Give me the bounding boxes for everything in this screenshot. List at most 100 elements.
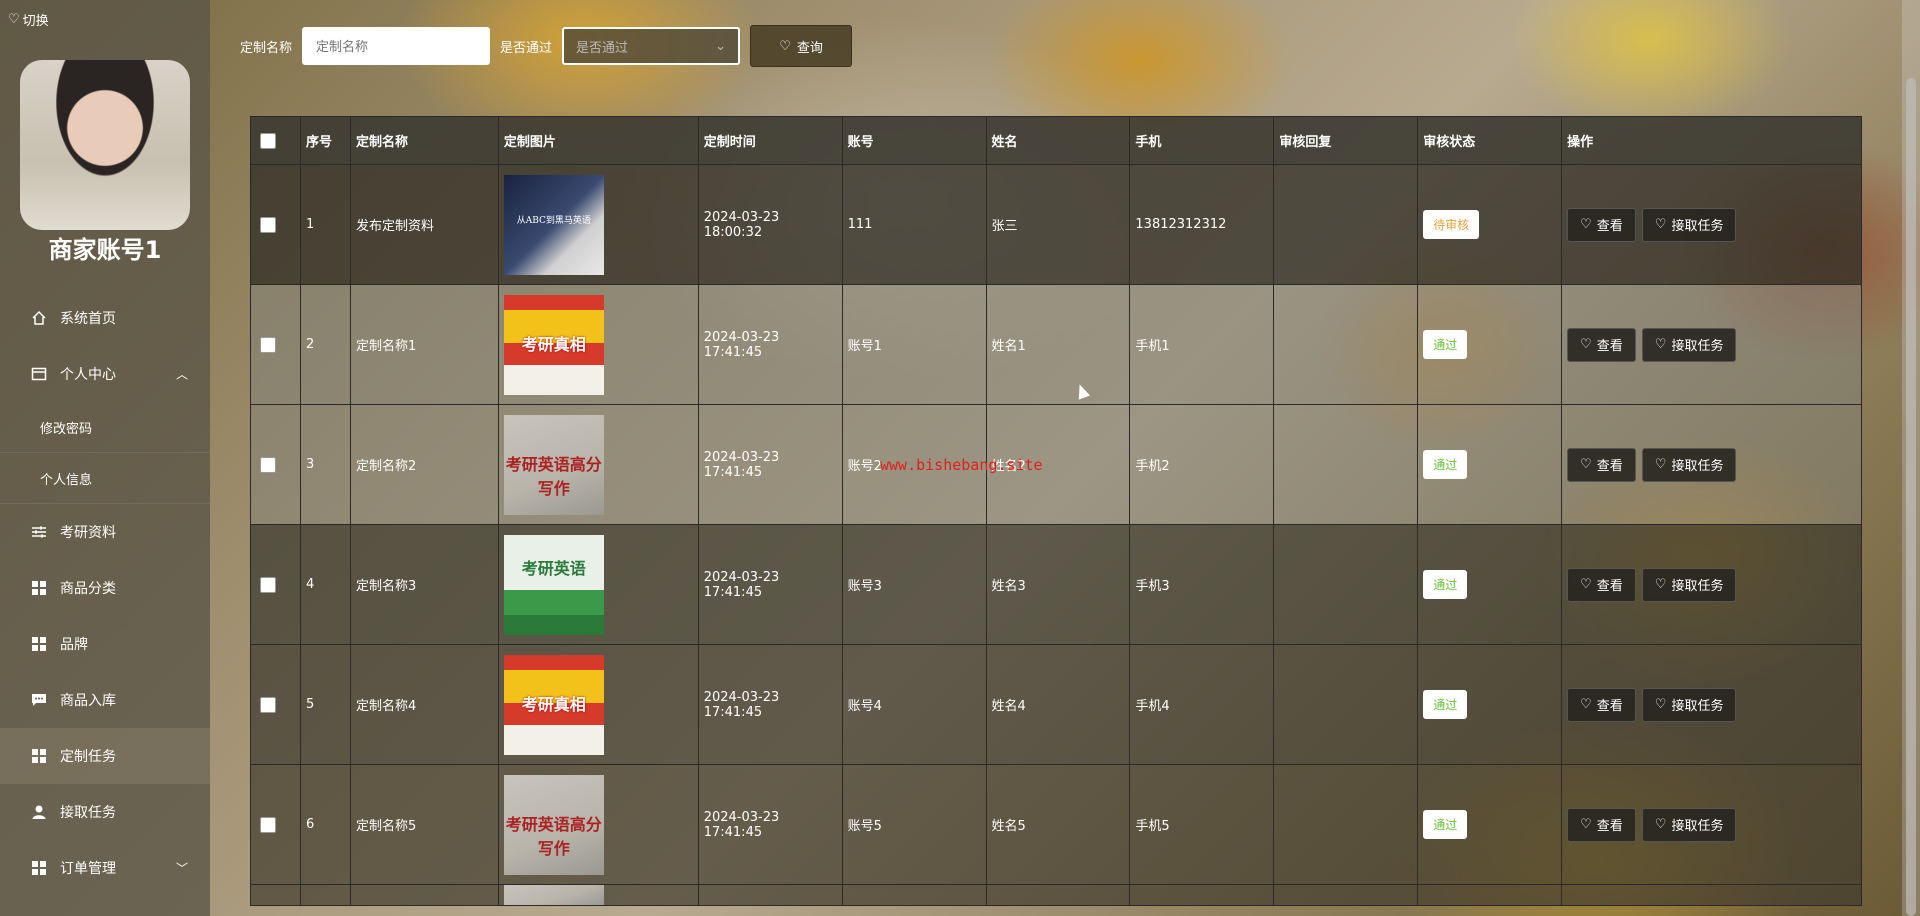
page-scrollbar[interactable] <box>1902 0 1920 916</box>
sidebar-item-change-password[interactable]: 修改密码 <box>0 402 210 453</box>
row-select-cell <box>250 284 301 405</box>
select-all-cell <box>250 116 301 165</box>
row-person: 姓名1 <box>985 284 1131 405</box>
view-button[interactable]: ♡ 查看 <box>1567 807 1636 842</box>
heart-icon: ♡ <box>1654 217 1667 232</box>
name-search-input[interactable] <box>302 27 491 65</box>
row-name: 定制名称5 <box>349 764 499 885</box>
sidebar-item-brand[interactable]: 品牌 <box>0 616 210 672</box>
row-phone: 手机5 <box>1129 764 1275 885</box>
name-label: 定制名称 <box>240 40 293 56</box>
take-task-button[interactable]: ♡ 接取任务 <box>1641 687 1737 722</box>
row-image-cell: 从ABC到黑马英语 <box>497 164 699 285</box>
header-no: 序号 <box>299 116 351 165</box>
row-reply <box>1273 404 1419 525</box>
row-time: 2024-03-23 17:41:45 <box>697 524 843 645</box>
heart-icon: ♡ <box>1580 577 1592 592</box>
heart-icon: ♡ <box>8 12 20 27</box>
row-name: 定制名称1 <box>349 284 499 405</box>
sidebar-item-custom-task[interactable]: 定制任务 <box>0 728 210 784</box>
query-button[interactable]: ♡ 查询 <box>750 25 853 67</box>
custom-image[interactable]: 考研英语高分写作 <box>503 414 604 515</box>
table-row: 3 定制名称2 考研英语高分写作 2024-03-23 17:41:45 账号2 姓名2 手… <box>250 404 1862 525</box>
avatar <box>20 60 190 230</box>
grid-icon <box>30 747 48 765</box>
row-actions: ♡ 查看 ♡ 接取任务 <box>1561 524 1862 645</box>
row-account: 账号1 <box>841 284 987 405</box>
custom-image[interactable]: 考研真相 <box>503 294 604 395</box>
custom-image[interactable]: 考研英语 <box>503 534 604 635</box>
row-phone: 手机2 <box>1129 404 1275 525</box>
row-person: 姓名3 <box>985 524 1131 645</box>
row-time: 2024-03-23 18:00:32 <box>697 164 843 285</box>
row-phone: 13812312312 <box>1129 164 1275 285</box>
custom-image[interactable]: 从ABC到黑马英语 <box>503 174 604 275</box>
take-task-button[interactable]: ♡ 接取任务 <box>1641 447 1737 482</box>
table-row: 1 发布定制资料 从ABC到黑马英语 2024-03-23 18:00:32 111 张三… <box>250 164 1862 285</box>
header-actions: 操作 <box>1561 116 1862 165</box>
view-button[interactable]: ♡ 查看 <box>1567 687 1636 722</box>
status-badge: 通过 <box>1423 810 1468 839</box>
chat-icon <box>30 691 48 709</box>
sidebar-item-profile[interactable]: 个人信息 <box>0 453 210 504</box>
row-person: 张三 <box>985 164 1131 285</box>
custom-image[interactable]: 考研真相 <box>503 654 604 755</box>
row-image-cell: 考研英语 <box>497 524 699 645</box>
row-actions: ♡ 查看 ♡ 接取任务 <box>1561 164 1862 285</box>
row-name: 定制名称4 <box>349 644 499 765</box>
row-select-cell <box>250 764 301 885</box>
row-checkbox[interactable] <box>260 816 276 833</box>
sliders-icon <box>30 523 48 541</box>
row-status-cell: 待审核 <box>1417 164 1563 285</box>
custom-image <box>503 885 604 905</box>
take-task-button[interactable]: ♡ 接取任务 <box>1641 207 1737 242</box>
header-person: 姓名 <box>985 116 1131 165</box>
row-checkbox[interactable] <box>260 336 276 353</box>
sidebar-item-orders[interactable]: 订单管理 ﹀ <box>0 840 210 896</box>
sidebar-item-category[interactable]: 商品分类 <box>0 560 210 616</box>
status-badge: 通过 <box>1423 450 1468 479</box>
custom-image[interactable]: 考研英语高分写作 <box>503 774 604 875</box>
scrollbar-thumb[interactable] <box>1906 78 1916 916</box>
switch-button[interactable]: ♡ 切换 <box>8 10 49 29</box>
view-button[interactable]: ♡ 查看 <box>1567 327 1636 362</box>
sidebar-item-materials[interactable]: 考研资料 <box>0 504 210 560</box>
heart-icon: ♡ <box>1580 217 1592 232</box>
sidebar-item-home[interactable]: 系统首页 <box>0 290 210 346</box>
chevron-down-icon: ﹀ <box>175 861 188 876</box>
header-status: 审核状态 <box>1417 116 1563 165</box>
row-status-cell: 通过 <box>1417 764 1563 885</box>
row-checkbox[interactable] <box>260 576 276 593</box>
row-no: 6 <box>299 764 351 885</box>
take-task-button[interactable]: ♡ 接取任务 <box>1641 327 1737 362</box>
row-checkbox[interactable] <box>260 696 276 713</box>
chevron-down-icon: ⌄ <box>715 38 727 54</box>
person-icon <box>30 803 48 821</box>
view-button[interactable]: ♡ 查看 <box>1567 447 1636 482</box>
select-all-checkbox[interactable] <box>260 132 276 149</box>
row-checkbox[interactable] <box>260 456 276 473</box>
header-account: 账号 <box>841 116 987 165</box>
row-checkbox[interactable] <box>260 216 276 233</box>
table-row: 6 定制名称5 考研英语高分写作 2024-03-23 17:41:45 账号5 姓名5 手… <box>250 764 1862 885</box>
sidebar-item-user-center[interactable]: 个人中心 ︿ <box>0 346 210 402</box>
pass-select[interactable]: 是否通过 ⌄ <box>562 27 741 65</box>
task-table: 序号 定制名称 定制图片 定制时间 账号 姓名 手机 审核回复 审核状态 操作 … <box>250 116 1862 906</box>
row-status-cell: 通过 <box>1417 524 1563 645</box>
row-no: 1 <box>299 164 351 285</box>
view-button[interactable]: ♡ 查看 <box>1567 567 1636 602</box>
chevron-up-icon: ︿ <box>175 367 188 382</box>
heart-icon: ♡ <box>779 38 791 54</box>
row-select-cell <box>250 644 301 765</box>
sidebar-item-take-task[interactable]: 接取任务 <box>0 784 210 840</box>
row-no: 2 <box>299 284 351 405</box>
take-task-button[interactable]: ♡ 接取任务 <box>1641 567 1737 602</box>
row-account: 111 <box>841 164 987 285</box>
row-select-cell <box>250 404 301 525</box>
table-header-row: 序号 定制名称 定制图片 定制时间 账号 姓名 手机 审核回复 审核状态 操作 <box>250 116 1862 165</box>
take-task-button[interactable]: ♡ 接取任务 <box>1641 807 1737 842</box>
sidebar-item-stock-in[interactable]: 商品入库 <box>0 672 210 728</box>
header-image: 定制图片 <box>497 116 699 165</box>
status-badge: 待审核 <box>1423 210 1480 239</box>
view-button[interactable]: ♡ 查看 <box>1567 207 1636 242</box>
